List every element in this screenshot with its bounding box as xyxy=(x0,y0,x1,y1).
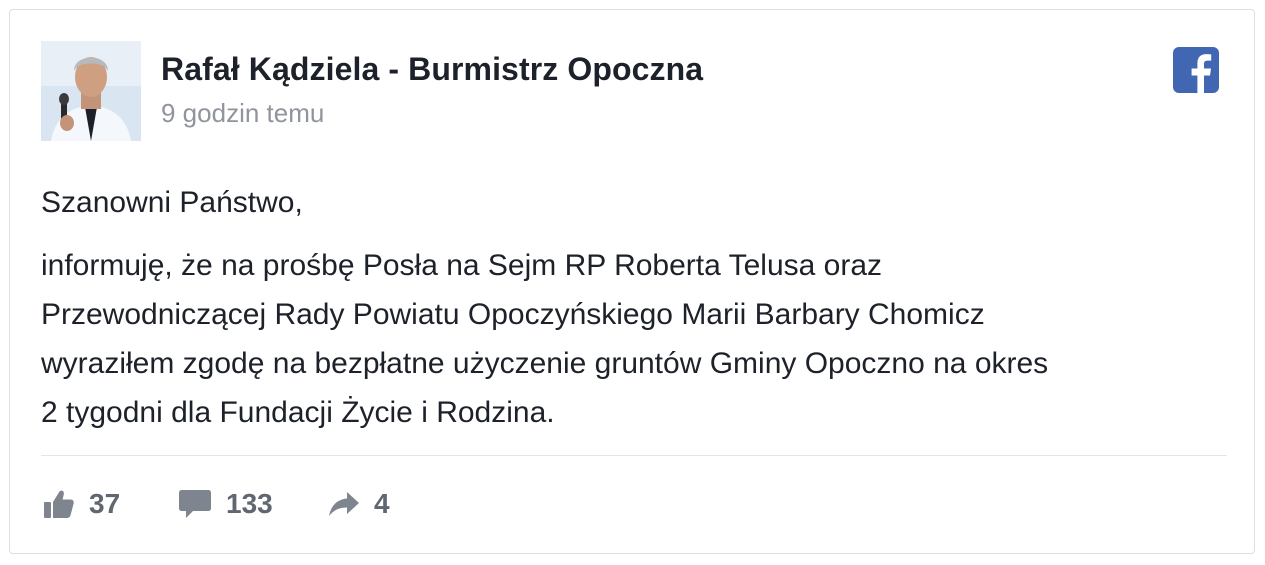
post-body: Szanowni Państwo, informuję, że na prośb… xyxy=(41,178,1231,437)
share-count: 4 xyxy=(374,488,390,519)
avatar-photo xyxy=(41,41,141,141)
like-button[interactable]: 37 xyxy=(43,484,120,524)
post-author[interactable]: Rafał Kądziela - Burmistrz Opoczna xyxy=(161,51,703,88)
speech-bubble-icon xyxy=(178,488,212,520)
avatar[interactable] xyxy=(41,41,141,141)
post-card: Rafał Kądziela - Burmistrz Opoczna 9 god… xyxy=(9,9,1255,554)
paragraph-line: informuję, że na prośbę Posła na Sejm RP… xyxy=(41,249,883,282)
divider xyxy=(41,455,1227,456)
share-button[interactable]: 4 xyxy=(328,484,390,524)
post-paragraph: informuję, że na prośbę Posła na Sejm RP… xyxy=(41,241,1231,437)
share-arrow-icon xyxy=(328,489,360,519)
facebook-icon[interactable] xyxy=(1173,47,1219,93)
comment-button[interactable]: 133 xyxy=(178,484,273,524)
paragraph-line: 2 tygodni dla Fundacji Życie i Rodzina. xyxy=(41,396,555,429)
thumbs-up-icon xyxy=(43,488,75,520)
paragraph-line: wyraziłem zgodę na bezpłatne użyczenie g… xyxy=(41,347,1049,380)
post-greeting: Szanowni Państwo, xyxy=(41,186,303,219)
comment-count: 133 xyxy=(226,488,273,519)
paragraph-line: Przewodniczącej Rady Powiatu Opoczyńskie… xyxy=(41,298,985,331)
like-count: 37 xyxy=(89,488,121,519)
post-timestamp[interactable]: 9 godzin temu xyxy=(161,98,324,129)
